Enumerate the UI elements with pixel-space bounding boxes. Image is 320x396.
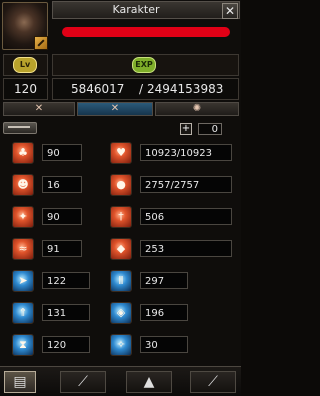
window-title: Karakter xyxy=(112,3,160,16)
bottom-tab-weapon[interactable]: ⟋ xyxy=(60,371,106,393)
stat-defense-value: 253 xyxy=(140,240,232,257)
tab-3[interactable]: ✺ xyxy=(155,102,239,116)
close-button[interactable]: ✕ xyxy=(222,3,238,19)
stat-slider[interactable] xyxy=(3,122,37,134)
emblem-icon: ✺ xyxy=(192,103,202,114)
exp-max: 2494153983 xyxy=(147,82,224,96)
shield-icon: ◆ xyxy=(110,238,132,260)
exp-header: EXP xyxy=(52,54,239,76)
character-avatar xyxy=(2,2,48,50)
stat-hp-value: 10923/10923 xyxy=(140,144,232,161)
stat-blue-3-value: 120 xyxy=(42,336,90,353)
exp-separator: / xyxy=(139,82,144,96)
up-arrows-icon: ⇑ xyxy=(12,302,34,324)
sword-icon: † xyxy=(110,206,132,228)
tab-2[interactable]: ✕ xyxy=(77,102,153,116)
swoosh-icon: ≈ xyxy=(12,238,34,260)
stat-dexterity-value: 90 xyxy=(42,208,82,225)
gear-icon: ⟋ xyxy=(208,374,218,390)
portrait-icon: ▤ xyxy=(13,374,27,390)
foot-icon: ✦ xyxy=(12,206,34,228)
shield-blue-icon: ◈ xyxy=(110,302,132,324)
crossed-swords-blue-icon: ✕ xyxy=(110,103,120,114)
add-point-button[interactable]: + xyxy=(180,123,192,135)
bottom-tab-character[interactable]: ▤ xyxy=(4,371,36,393)
stat-points-value: 0 xyxy=(198,123,222,135)
muscle-icon: ♣ xyxy=(12,142,34,164)
hourglass-icon: ⧗ xyxy=(12,334,34,356)
title-bar: Karakter ✕ xyxy=(52,1,240,19)
sword-icon: ⟋ xyxy=(78,374,88,390)
stat-blue-1-value: 122 xyxy=(42,272,90,289)
orb-icon: ● xyxy=(110,174,132,196)
head-icon: ☻ xyxy=(12,174,34,196)
stat-blue-6-value: 30 xyxy=(140,336,188,353)
exp-medal-icon: EXP xyxy=(132,57,156,73)
character-window: Karakter ✕ Lv EXP 120 5846017 / 24941539… xyxy=(0,0,241,396)
bottom-toolbar: ▤ ⟋ ▲ ⟋ xyxy=(0,366,241,396)
tab-1[interactable]: ✕ xyxy=(3,102,75,116)
avatar-edit-icon[interactable] xyxy=(34,36,48,50)
level-header: Lv xyxy=(3,54,48,76)
pillar-icon: Ⅱ xyxy=(110,270,132,292)
level-medal-icon: Lv xyxy=(13,57,37,73)
exp-values: 5846017 / 2494153983 xyxy=(52,78,239,100)
bottom-tab-gear[interactable]: ⟋ xyxy=(190,371,236,393)
bottom-tab-armor[interactable]: ▲ xyxy=(126,371,172,393)
level-value: 120 xyxy=(3,78,48,100)
stat-strength-value: 90 xyxy=(42,144,82,161)
stat-mp-value: 2757/2757 xyxy=(140,176,232,193)
redacted-name-bar xyxy=(62,27,230,37)
crossed-swords-icon: ✕ xyxy=(34,103,44,114)
stat-blue-5-value: 196 xyxy=(140,304,188,321)
stat-skill-value: 91 xyxy=(42,240,82,257)
stat-blue-2-value: 131 xyxy=(42,304,90,321)
stat-blue-4-value: 297 xyxy=(140,272,188,289)
armor-icon: ▲ xyxy=(143,374,155,390)
stat-intelligence-value: 16 xyxy=(42,176,82,193)
section-tabs: ✕ ✕ ✺ xyxy=(3,102,239,116)
stat-attack-value: 506 xyxy=(140,208,232,225)
exp-current: 5846017 xyxy=(71,82,125,96)
heart-icon: ♥ xyxy=(110,142,132,164)
arrow-icon: ➤ xyxy=(12,270,34,292)
spark-icon: ✧ xyxy=(110,334,132,356)
